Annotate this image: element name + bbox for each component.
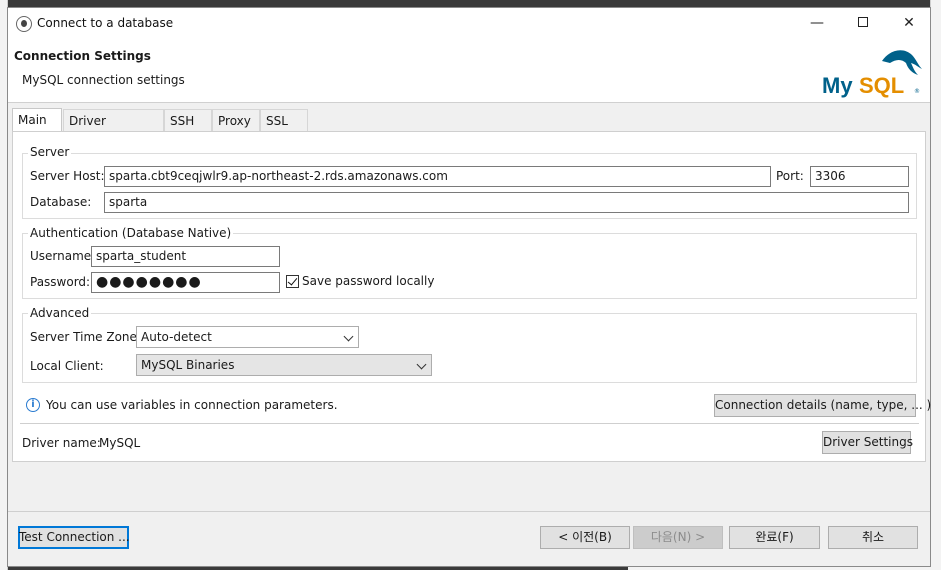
dialog-header: Connection Settings MySQL connection set… (8, 39, 930, 103)
save-password-label: Save password locally (302, 274, 435, 288)
driver-name-value: MySQL (99, 436, 141, 450)
dbeaver-app-icon (16, 16, 32, 32)
variables-info-text: You can use variables in connection para… (46, 398, 338, 412)
server-host-label: Server Host: (30, 169, 105, 183)
server-host-input[interactable]: sparta.cbt9ceqjwlr9.ap-northeast-2.rds.a… (104, 166, 771, 187)
server-timezone-select[interactable]: Auto-detect (136, 326, 359, 348)
close-button[interactable]: ✕ (886, 8, 932, 39)
header-title: Connection Settings (14, 49, 151, 63)
cancel-button[interactable]: 취소 (828, 526, 918, 549)
tab-proxy[interactable]: Proxy (212, 109, 260, 132)
main-tab-panel: Server Server Host: sparta.cbt9ceqjwlr9.… (12, 131, 931, 462)
password-label: Password: (30, 275, 91, 289)
tab-driver-properties[interactable]: Driver properties (63, 109, 164, 150)
next-button[interactable]: 다음(N) > (633, 526, 723, 549)
database-label: Database: (30, 195, 92, 209)
auth-group-title: Authentication (Database Native) (28, 226, 234, 240)
title-bar: Connect to a database — ✕ (8, 8, 930, 39)
chevron-down-icon (416, 359, 427, 370)
username-label: Username: (30, 249, 96, 263)
finish-button[interactable]: 완료(F) (729, 526, 820, 549)
password-input[interactable]: ●●●●●●●● (91, 272, 280, 293)
connect-dialog: Connect to a database — ✕ Connection Set… (7, 7, 931, 567)
back-button[interactable]: < 이전(B) (540, 526, 630, 549)
save-password-checkbox[interactable] (286, 275, 299, 288)
local-client-select[interactable]: MySQL Binaries (136, 354, 432, 376)
tab-ssh[interactable]: SSH (164, 109, 212, 132)
connection-details-button[interactable]: Connection details (name, type, ... ) (714, 394, 931, 417)
maximize-button[interactable] (840, 8, 886, 39)
database-input[interactable]: sparta (104, 192, 909, 213)
test-connection-button[interactable]: Test Connection ... (18, 526, 130, 549)
divider (20, 423, 919, 424)
advanced-group-title: Advanced (28, 306, 92, 320)
background-app-right (930, 0, 941, 570)
svg-text:®: ® (914, 88, 920, 95)
maximize-icon (858, 16, 868, 27)
server-timezone-label: Server Time Zone: (30, 330, 141, 344)
tab-ssl[interactable]: SSL (260, 109, 308, 132)
mysql-logo-text: SQL (859, 73, 904, 98)
minimize-button[interactable]: — (794, 8, 840, 39)
info-icon: i (26, 398, 40, 412)
svg-text:My: My (822, 73, 853, 98)
window-title: Connect to a database (37, 16, 174, 30)
tab-main[interactable]: Main (12, 108, 62, 133)
local-client-label: Local Client: (30, 359, 104, 373)
port-input[interactable]: 3306 (810, 166, 909, 187)
server-timezone-value: Auto-detect (141, 330, 212, 344)
port-label: Port: (776, 169, 804, 183)
server-group-title: Server (28, 145, 72, 159)
driver-settings-button[interactable]: Driver Settings (822, 431, 913, 454)
chevron-down-icon (343, 331, 354, 342)
local-client-value: MySQL Binaries (141, 358, 235, 372)
username-input[interactable]: sparta_student (91, 246, 280, 267)
footer-divider (8, 511, 930, 512)
driver-name-label: Driver name: (22, 436, 101, 450)
header-subtitle: MySQL connection settings (22, 73, 185, 87)
mysql-logo: My SQL ® (822, 50, 922, 98)
